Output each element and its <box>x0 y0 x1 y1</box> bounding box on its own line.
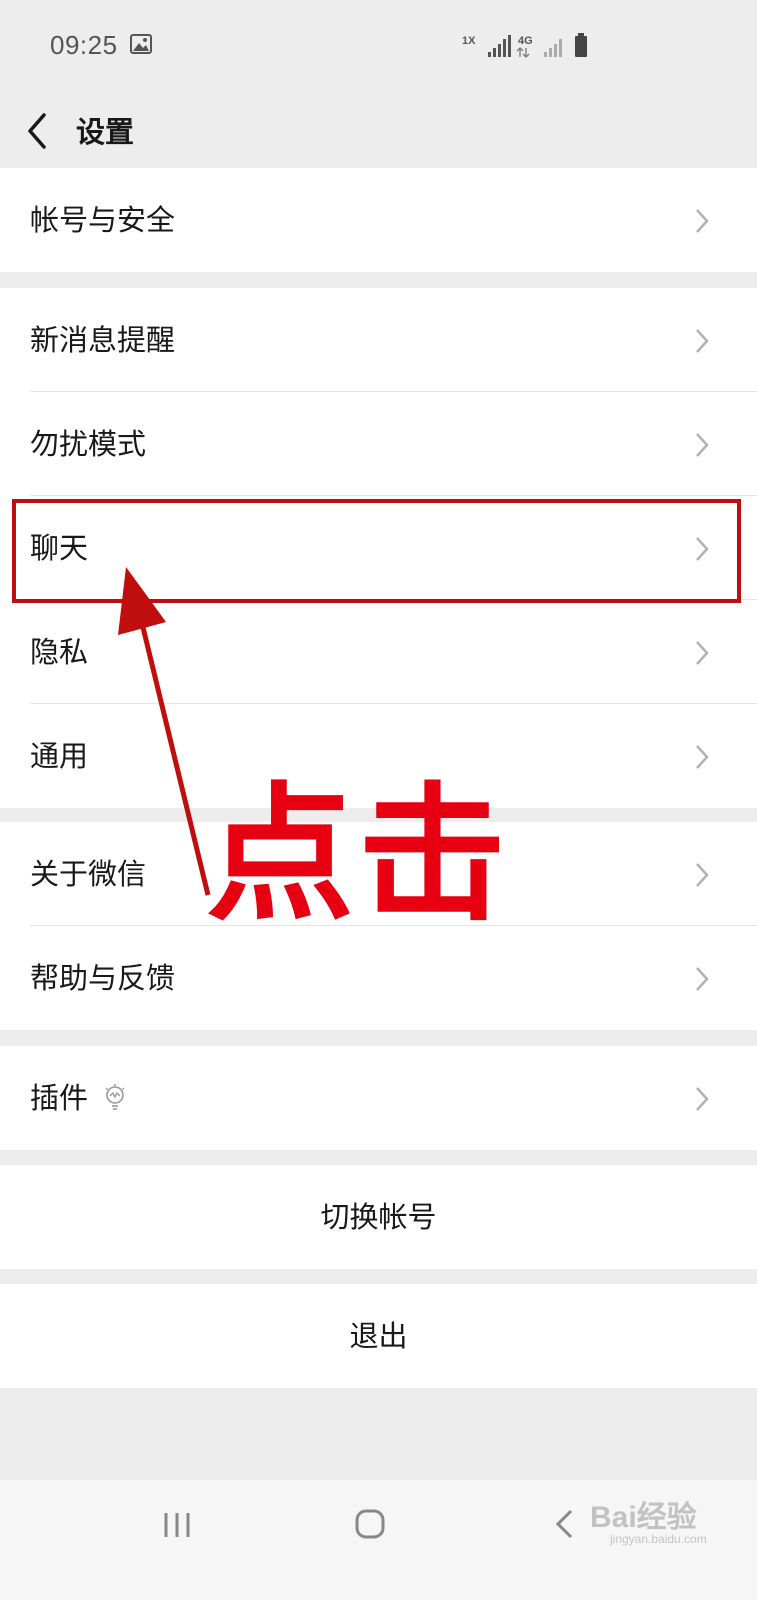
settings-item-label: 帮助与反馈 <box>30 961 176 995</box>
chevron-right-icon <box>696 329 709 353</box>
chevron-right-icon <box>696 1087 709 1111</box>
logout-label: 退出 <box>349 1319 408 1353</box>
signal-icon: 1X 4G <box>462 35 562 58</box>
settings-item-privacy[interactable]: 隐私 <box>0 600 757 704</box>
settings-group-main: 新消息提醒 勿扰模式 聊天 隐私 通用 <box>0 288 757 808</box>
settings-item-label: 插件 <box>30 1081 89 1115</box>
image-icon <box>130 34 152 54</box>
chevron-right-icon <box>696 745 709 769</box>
settings-item-plugins[interactable]: 插件 <box>0 1046 757 1150</box>
chevron-right-icon <box>696 209 709 233</box>
settings-item-label: 关于微信 <box>30 857 147 891</box>
settings-item-help-feedback[interactable]: 帮助与反馈 <box>0 926 757 1030</box>
settings-group-account: 帐号与安全 <box>0 168 757 272</box>
settings-item-label: 隐私 <box>30 635 89 669</box>
status-time: 09:25 <box>50 30 118 60</box>
settings-item-notifications[interactable]: 新消息提醒 <box>0 288 757 392</box>
chevron-right-icon <box>696 537 709 561</box>
watermark: Bai经验 <box>590 1501 697 1534</box>
switch-account-label: 切换帐号 <box>320 1200 437 1234</box>
chevron-right-icon <box>696 863 709 887</box>
recents-icon[interactable] <box>162 1510 192 1540</box>
bulb-icon <box>105 1084 125 1110</box>
settings-item-label: 帐号与安全 <box>30 203 176 237</box>
battery-icon <box>575 33 587 57</box>
settings-item-label: 聊天 <box>30 531 89 565</box>
nav-bar: 设置 <box>0 95 757 167</box>
watermark-sub: jingyan.baidu.com <box>610 1532 707 1546</box>
switch-account-button[interactable]: 切换帐号 <box>0 1165 757 1269</box>
net-rate-text: 1X <box>462 35 476 47</box>
status-bar: 09:25 1X 4G <box>0 0 757 95</box>
settings-item-label: 新消息提醒 <box>30 323 176 357</box>
annotation-text: 点击 <box>206 769 510 941</box>
settings-item-label: 通用 <box>30 739 89 773</box>
nav-back-icon[interactable] <box>553 1508 577 1540</box>
status-indicators: 1X 4G <box>462 32 592 64</box>
net-type-text: 4G <box>518 35 533 47</box>
settings-item-chat[interactable]: 聊天 <box>0 496 757 600</box>
chevron-right-icon <box>696 967 709 991</box>
chevron-right-icon <box>696 641 709 665</box>
logout-button[interactable]: 退出 <box>0 1284 757 1388</box>
back-icon[interactable] <box>22 109 54 153</box>
home-icon[interactable] <box>354 1508 386 1540</box>
page-title: 设置 <box>76 115 135 149</box>
settings-item-label: 勿扰模式 <box>30 427 147 461</box>
settings-item-account-security[interactable]: 帐号与安全 <box>0 168 757 272</box>
settings-group-plugins: 插件 <box>0 1046 757 1150</box>
settings-item-do-not-disturb[interactable]: 勿扰模式 <box>0 392 757 496</box>
chevron-right-icon <box>696 433 709 457</box>
